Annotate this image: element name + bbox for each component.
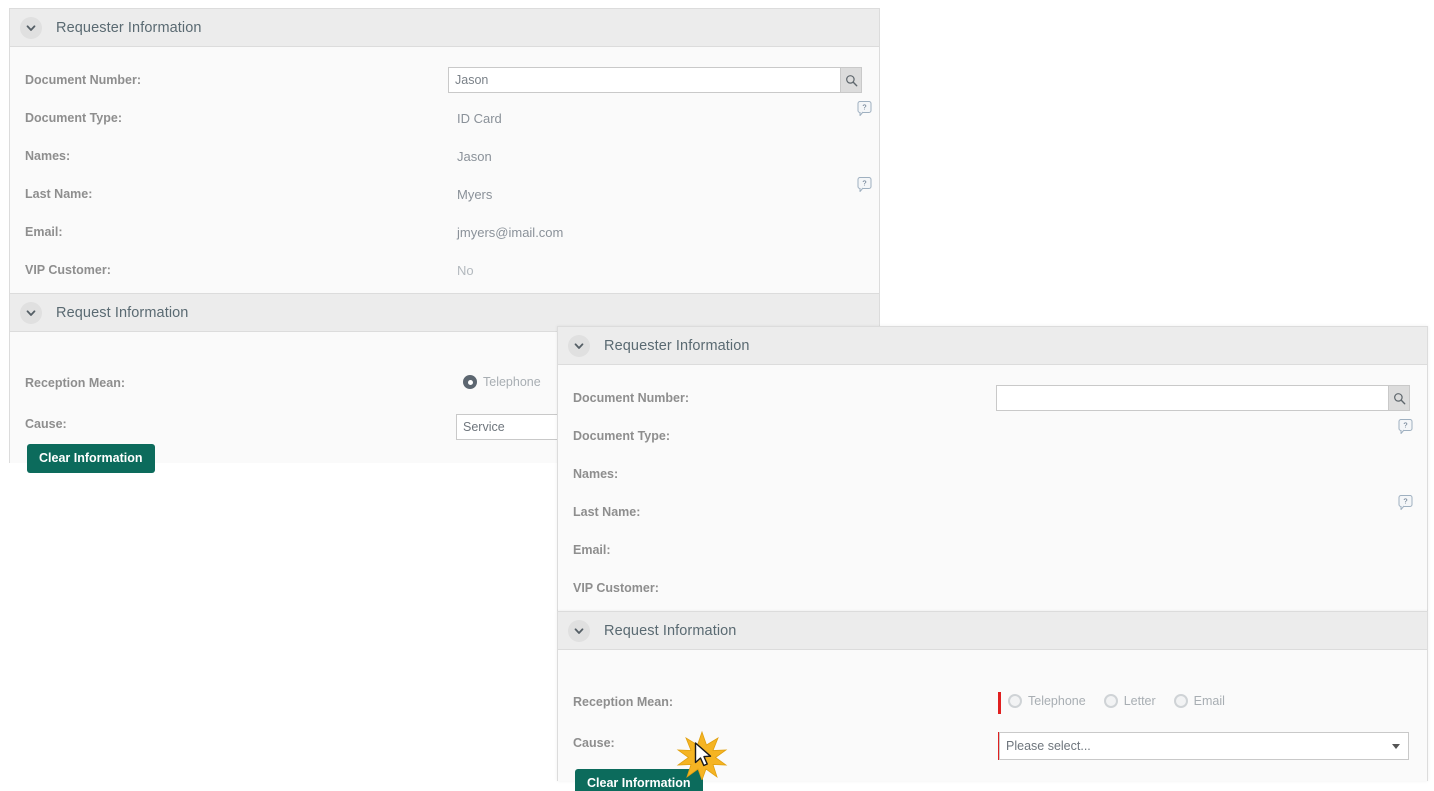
radio-indicator[interactable] (1008, 694, 1022, 708)
field-row-reception-mean: Reception Mean: Telephone Letter Email (558, 692, 1427, 716)
field-label: Last Name: (25, 187, 93, 201)
field-label: Email: (25, 225, 63, 239)
search-icon[interactable] (840, 67, 862, 93)
clear-information-button[interactable]: Clear Information (575, 769, 703, 791)
background-requester-panel-body: Document Number: Document Type: ID Card (10, 47, 879, 293)
help-bubble-icon[interactable]: ? (1398, 419, 1413, 435)
field-label: Document Number: (25, 73, 141, 87)
field-label: Last Name: (573, 505, 641, 519)
field-row-email: Email: (558, 531, 1427, 569)
background-requester-panel-header[interactable]: Requester Information (10, 9, 879, 47)
overlay-requester-panel: Requester Information Document Number: D… (557, 326, 1428, 611)
cause-select-value: Service (463, 420, 505, 434)
field-label: Document Type: (573, 429, 670, 443)
field-row-last-name: Last Name: Myers ? (10, 175, 879, 213)
overlay-request-panel-header[interactable]: Request Information (558, 612, 1427, 650)
radio-option-letter[interactable]: Letter (1103, 694, 1156, 708)
field-row-document-number: Document Number: (558, 379, 1427, 417)
background-requester-panel: Requester Information Document Number: J… (9, 8, 880, 293)
field-row-names: Names: (558, 455, 1427, 493)
reception-mean-required-marker (998, 692, 1001, 714)
radio-label: Letter (1123, 694, 1156, 708)
radio-indicator[interactable] (1173, 694, 1188, 708)
chevron-down-icon[interactable] (568, 334, 590, 357)
field-row-cause: Cause: Please select... (558, 732, 1427, 760)
panel-title: Request Information (56, 304, 189, 321)
document-number-search (448, 67, 862, 93)
clear-information-button[interactable]: Clear Information (27, 444, 155, 473)
svg-text:?: ? (1403, 421, 1407, 430)
field-label: Cause: (573, 736, 615, 750)
radio-label: Email (1193, 694, 1225, 708)
svg-text:?: ? (862, 179, 866, 188)
field-row-document-type: Document Type: ? (558, 417, 1427, 455)
svg-text:?: ? (1403, 497, 1407, 506)
panel-title: Requester Information (56, 19, 202, 36)
chevron-down-icon[interactable] (568, 619, 590, 642)
chevron-down-icon (1392, 744, 1400, 749)
document-number-search (996, 385, 1410, 411)
radio-option-telephone[interactable]: Telephone (1008, 694, 1086, 708)
help-bubble-icon[interactable]: ? (857, 177, 872, 193)
reception-mean-radio-group: Telephone (463, 375, 553, 389)
search-input[interactable] (448, 67, 840, 93)
field-value: ID Card (457, 110, 502, 126)
field-label: Document Number: (573, 391, 689, 405)
field-value: jmyers@imail.com (457, 224, 564, 240)
field-row-vip-customer: VIP Customer: No (10, 251, 879, 289)
field-value: No (457, 262, 474, 278)
radio-label: Telephone (483, 375, 541, 389)
field-value: Jason (457, 148, 492, 164)
radio-option-email[interactable]: Email (1173, 694, 1225, 708)
field-row-vip-customer: VIP Customer: (558, 569, 1427, 607)
search-input[interactable] (996, 385, 1388, 411)
overlay-request-panel-body: Reception Mean: Telephone Letter Email C… (558, 650, 1427, 791)
field-label: Names: (25, 149, 71, 163)
panel-title: Requester Information (604, 337, 750, 354)
screen-root: Requester Information Document Number: J… (0, 0, 1434, 791)
overlay-request-panel: Request Information Reception Mean: Tele… (557, 611, 1428, 791)
cause-select[interactable]: Please select... (999, 732, 1409, 760)
field-label: VIP Customer: (573, 581, 659, 595)
search-icon[interactable] (1388, 385, 1410, 411)
chevron-down-icon[interactable] (20, 301, 42, 324)
cause-select-value: Please select... (1006, 739, 1091, 753)
field-label: Document Type: (25, 111, 122, 125)
field-label: VIP Customer: (25, 263, 111, 277)
field-row-names: Names: Jason (10, 137, 879, 175)
help-bubble-icon[interactable]: ? (857, 101, 872, 117)
field-value: Myers (457, 186, 493, 202)
field-label: Email: (573, 543, 611, 557)
field-label: Cause: (25, 417, 67, 431)
reception-mean-radio-group: Telephone Letter Email (1008, 694, 1237, 708)
chevron-down-icon[interactable] (20, 16, 42, 39)
field-label: Names: (573, 467, 619, 481)
radio-label: Telephone (1028, 694, 1086, 708)
radio-indicator[interactable] (463, 375, 477, 389)
panel-title: Request Information (604, 622, 737, 639)
field-row-document-type: Document Type: ID Card ? (10, 99, 879, 137)
field-label: Reception Mean: (25, 376, 126, 390)
field-row-email: Email: jmyers@imail.com (10, 213, 879, 251)
radio-indicator[interactable] (1103, 694, 1118, 708)
field-row-last-name: Last Name: ? (558, 493, 1427, 531)
field-label: Reception Mean: (573, 695, 674, 709)
radio-option-telephone[interactable]: Telephone (463, 375, 541, 389)
overlay-requester-panel-body: Document Number: Document Type: ? Names:… (558, 365, 1427, 611)
help-bubble-icon[interactable]: ? (1398, 495, 1413, 511)
field-row-document-number: Document Number: (10, 61, 879, 99)
overlay-requester-panel-header[interactable]: Requester Information (558, 327, 1427, 365)
svg-text:?: ? (862, 103, 866, 112)
